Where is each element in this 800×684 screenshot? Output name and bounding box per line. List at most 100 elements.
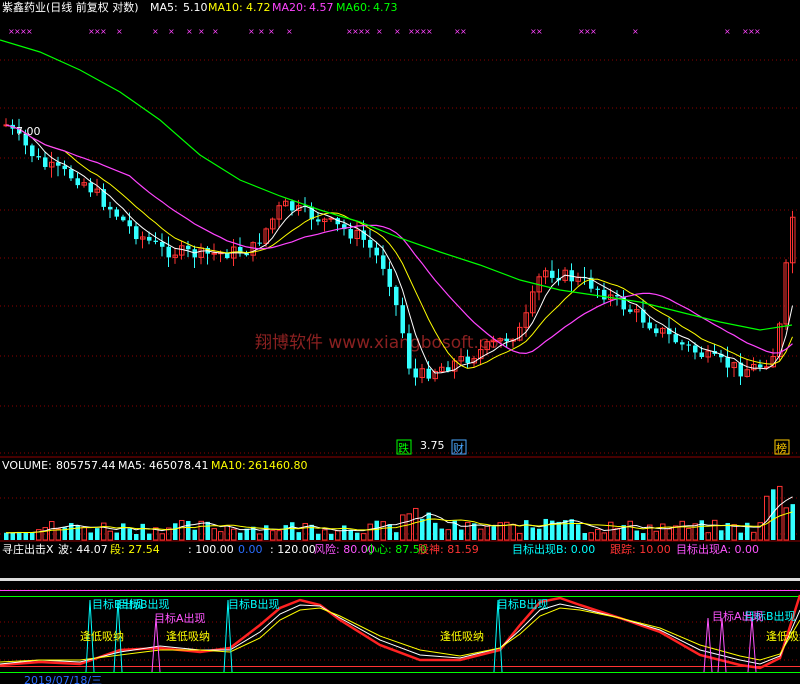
volume-bar bbox=[751, 531, 757, 541]
volume-bar bbox=[413, 507, 419, 541]
ma20-value: 4.57 bbox=[309, 1, 334, 14]
ma5-label: MA5: bbox=[150, 1, 178, 14]
ma5-value: 5.10 bbox=[183, 1, 208, 14]
volume-bar bbox=[114, 532, 119, 540]
volume-bar bbox=[790, 504, 795, 540]
candle-body bbox=[257, 242, 262, 244]
indicator-value: 目标出现B: 0.00 bbox=[512, 542, 595, 556]
volume-bar bbox=[472, 523, 477, 540]
indicator-name: 寻庄出击X bbox=[2, 542, 54, 556]
volume-ma5-label: MA5: bbox=[118, 459, 146, 472]
volume-bar bbox=[543, 518, 548, 540]
candle-body bbox=[114, 209, 119, 217]
kline-chart-window[interactable]: 紫鑫药业(日线 前复权 对数) MA5: 5.10 MA10: 4.72 MA2… bbox=[0, 0, 800, 684]
indicator-value: 跟踪: 10.00 bbox=[610, 542, 671, 556]
badge-text: 跌 bbox=[398, 441, 409, 455]
volume-bar bbox=[777, 485, 783, 541]
candle-body bbox=[316, 219, 321, 222]
volume-bars[interactable] bbox=[4, 485, 795, 541]
signal-label: 逢低吸纳 bbox=[440, 630, 484, 643]
moving-average-lines bbox=[0, 39, 793, 374]
volume-bar bbox=[459, 529, 464, 540]
indicator-value: : 100.00 bbox=[188, 543, 234, 556]
volume-bar bbox=[783, 507, 789, 541]
volume-bar bbox=[342, 525, 347, 540]
volume-bar bbox=[712, 519, 718, 541]
indicator-value: 段: 27.54 bbox=[110, 542, 160, 556]
signal-label: 目标B出现 bbox=[497, 597, 549, 611]
candle-body bbox=[30, 145, 35, 157]
candle-body bbox=[407, 333, 412, 369]
candle-body bbox=[147, 236, 152, 241]
event-badge[interactable]: 跌 bbox=[396, 439, 412, 455]
low-price-label: 3.75 bbox=[420, 439, 445, 452]
signal-spike bbox=[747, 617, 757, 673]
volume-bar bbox=[439, 528, 444, 540]
candle-body bbox=[381, 255, 386, 269]
event-badge[interactable]: 榜 bbox=[774, 439, 790, 455]
signal-label: 目标B出现 bbox=[228, 597, 280, 611]
band-track bbox=[0, 666, 800, 667]
x-marker: × bbox=[426, 27, 433, 36]
volume-bar bbox=[563, 520, 568, 540]
ma60-value: 4.73 bbox=[373, 1, 398, 14]
candle-body bbox=[680, 342, 685, 345]
volume-bar bbox=[329, 533, 334, 540]
ma10-value: 4.72 bbox=[246, 1, 271, 14]
volume-bar bbox=[276, 530, 282, 541]
x-marker: × bbox=[632, 27, 639, 36]
volume-bar bbox=[484, 525, 490, 541]
volume-bar bbox=[335, 530, 341, 541]
candle-body bbox=[36, 156, 41, 158]
watermark: 翔博软件 www.xiangbosoft.com bbox=[255, 333, 515, 353]
candle-body bbox=[166, 246, 171, 258]
candle-body bbox=[550, 270, 555, 278]
volume-bar bbox=[4, 532, 9, 540]
volume-bar bbox=[121, 523, 126, 540]
candle-body bbox=[211, 252, 217, 255]
volume-bar bbox=[290, 522, 295, 540]
candle-body bbox=[628, 309, 633, 312]
volume-bar bbox=[445, 529, 451, 541]
price-header: 紫鑫药业(日线 前复权 对数) MA5: 5.10 MA10: 4.72 MA2… bbox=[2, 0, 398, 14]
candle-body bbox=[758, 364, 763, 368]
volume-ma5-value: 465078.41 bbox=[149, 459, 209, 472]
volume-bar bbox=[478, 528, 484, 541]
x-marker: × bbox=[536, 27, 543, 36]
volume-bar bbox=[400, 514, 406, 541]
candle-body bbox=[699, 352, 704, 358]
candle-body bbox=[108, 206, 113, 210]
volume-bar bbox=[264, 525, 269, 540]
candle-body bbox=[693, 345, 698, 353]
x-marker: × bbox=[168, 27, 175, 36]
volume-bar bbox=[192, 529, 197, 540]
cursor-date: 2019/07/18/三 bbox=[24, 674, 102, 684]
volume-bar bbox=[173, 523, 178, 540]
signal-label: 目标B出现 bbox=[118, 597, 170, 611]
band-risk bbox=[0, 590, 800, 591]
event-badge[interactable]: 财 bbox=[451, 439, 467, 455]
volume-bar bbox=[719, 530, 724, 540]
volume-bar bbox=[530, 527, 535, 540]
volume-bar bbox=[95, 528, 100, 540]
badge-text: 榜 bbox=[776, 441, 787, 455]
volume-bar bbox=[186, 520, 191, 540]
volume-bar bbox=[218, 531, 224, 541]
signal-x-markers: × × × × × × × × × × × × × × × × × × × × × × × × × × × × × × × × × × × × × × × bbox=[8, 27, 761, 36]
band-upper bbox=[0, 578, 800, 581]
candle-body bbox=[127, 220, 132, 227]
volume-bar bbox=[23, 532, 28, 540]
volume-bar bbox=[582, 533, 587, 540]
signal-spike bbox=[703, 617, 713, 673]
candle-body bbox=[62, 165, 67, 170]
volume-bar bbox=[198, 520, 204, 541]
volume-bar bbox=[556, 521, 561, 540]
candle-body bbox=[290, 201, 295, 211]
candle-body bbox=[686, 344, 691, 346]
candle-body bbox=[153, 240, 158, 242]
ma10-label: MA10: bbox=[208, 1, 243, 14]
volume-bar bbox=[179, 519, 185, 541]
candle-body bbox=[75, 178, 80, 186]
chart-canvas[interactable]: 紫鑫药业(日线 前复权 对数) MA5: 5.10 MA10: 4.72 MA2… bbox=[0, 0, 800, 684]
candle-body bbox=[43, 157, 48, 167]
